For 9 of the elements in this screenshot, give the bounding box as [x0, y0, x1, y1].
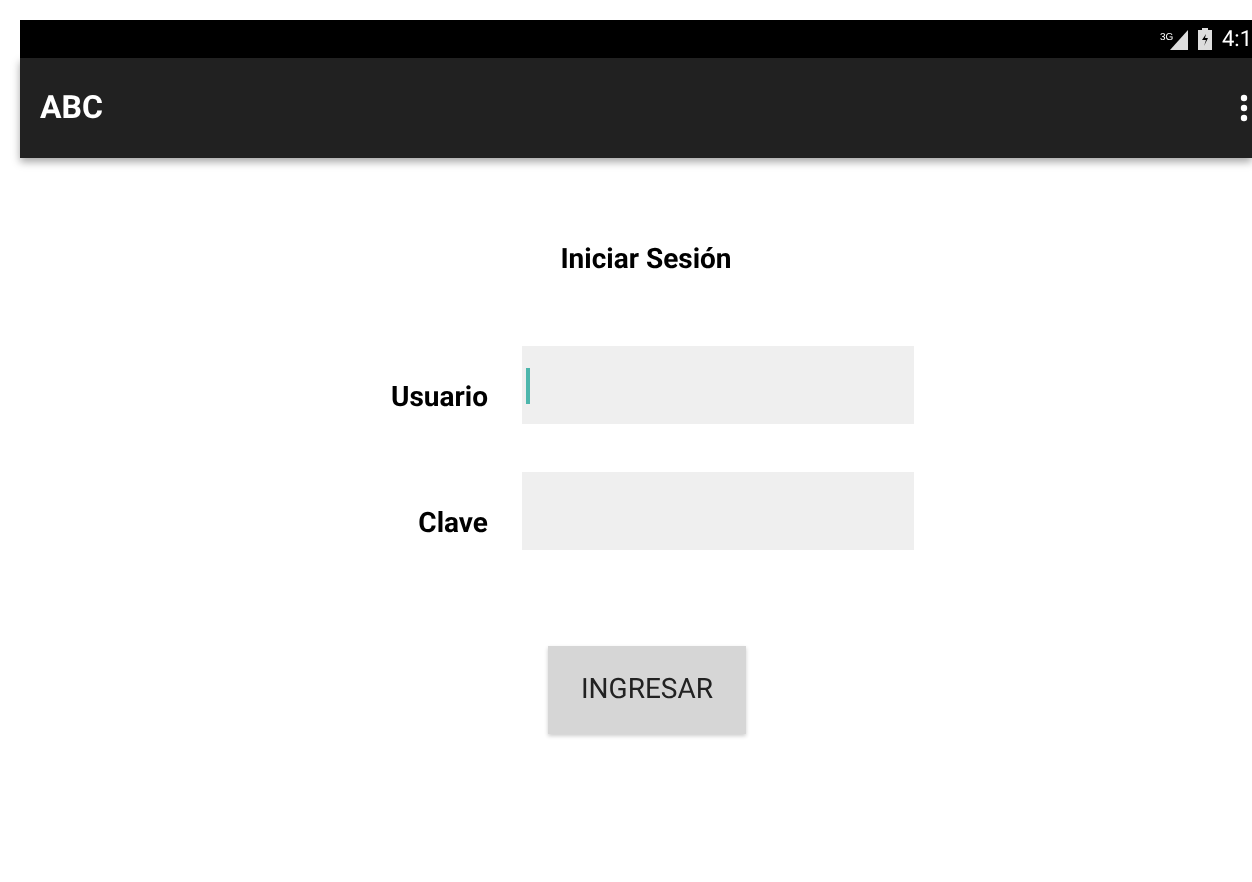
input-field[interactable] — [522, 346, 914, 424]
more-options-icon[interactable] — [1240, 94, 1248, 122]
clock-time: 4:1 — [1221, 28, 1252, 50]
field-label: Usuario — [389, 380, 488, 418]
app-title: ABC — [40, 86, 103, 130]
battery-icon — [1197, 28, 1212, 50]
field-label: Clave — [416, 506, 488, 544]
login-button[interactable]: INGRESAR — [548, 646, 746, 734]
form-title: Iniciar Sesión — [560, 242, 732, 280]
